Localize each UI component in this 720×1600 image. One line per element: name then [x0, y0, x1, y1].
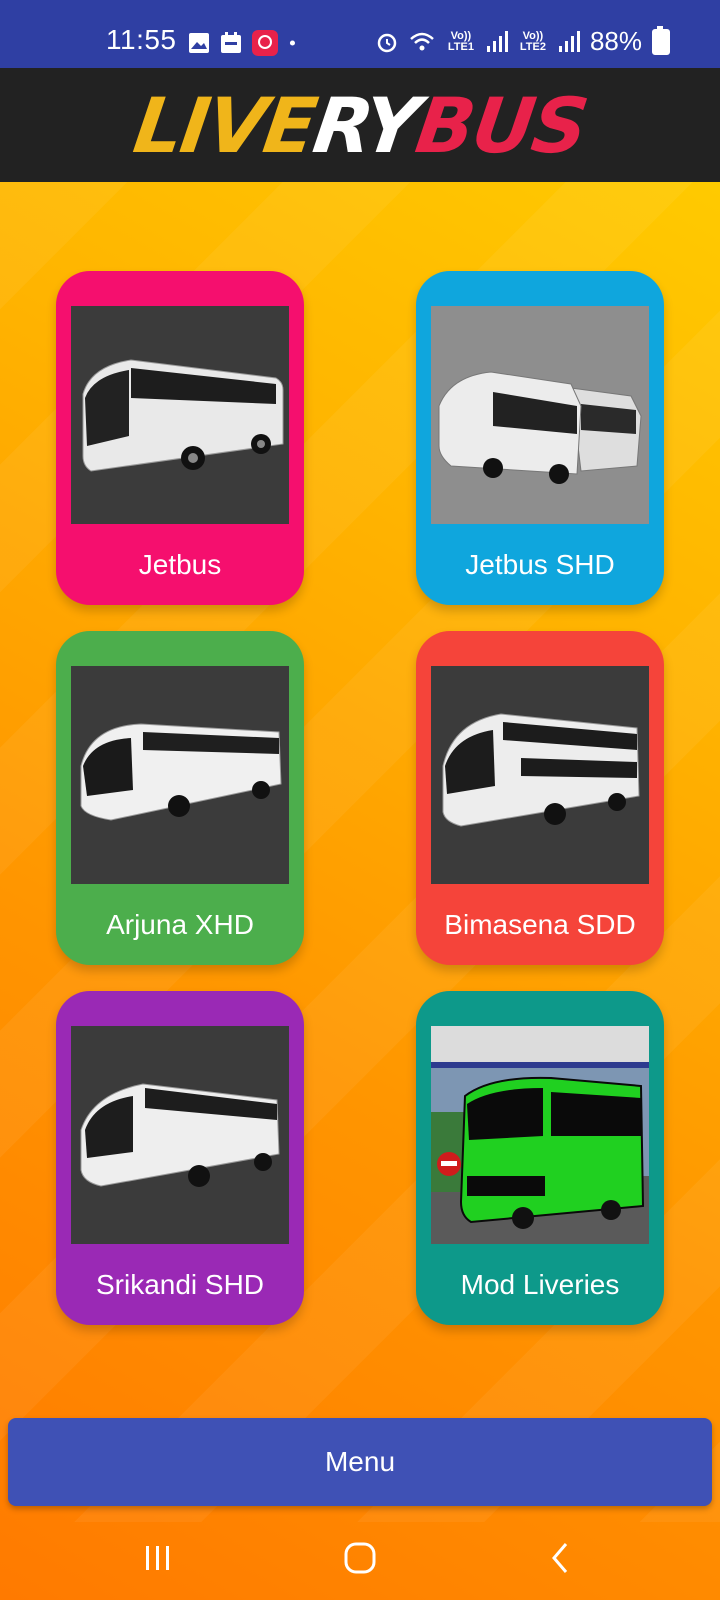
- card-label: Bimasena SDD: [444, 909, 636, 940]
- bus-thumbnail: [431, 1026, 649, 1244]
- app-icon: [252, 30, 278, 56]
- recent-apps-icon[interactable]: [138, 1538, 178, 1578]
- back-icon[interactable]: [542, 1538, 582, 1578]
- card-label: Jetbus: [138, 549, 222, 580]
- sim2-label: Vo)) LTE2: [519, 29, 546, 53]
- status-left-icons: [188, 30, 302, 56]
- card-arjuna-xhd[interactable]: Arjuna XHD: [56, 631, 304, 965]
- bus-thumbnail: [431, 666, 649, 884]
- card-jetbus-shd[interactable]: Jetbus SHD: [416, 271, 664, 605]
- dot-icon: [289, 40, 295, 46]
- menu-button-label: Menu: [324, 1446, 396, 1477]
- bus-image: [431, 666, 649, 884]
- signal-icon: [558, 30, 580, 52]
- bus-thumbnail: [431, 306, 649, 524]
- logo-part-live: LIVE: [128, 80, 321, 170]
- wifi-icon: [410, 32, 434, 50]
- bus-thumbnail: [71, 1026, 289, 1244]
- calendar-icon: [221, 32, 241, 53]
- bus-image: [431, 306, 649, 524]
- status-time: 11:55: [106, 24, 177, 55]
- alarm-icon: [377, 33, 397, 52]
- card-bimasena-sdd[interactable]: Bimasena SDD: [416, 631, 664, 965]
- menu-button[interactable]: Menu: [8, 1418, 712, 1506]
- bus-image: [71, 306, 289, 524]
- battery-percent: 88%: [589, 26, 642, 56]
- bus-thumbnail: [71, 666, 289, 884]
- gallery-icon: [189, 33, 209, 53]
- battery-icon: [652, 25, 670, 55]
- card-label: Jetbus SHD: [465, 549, 615, 580]
- status-bar: 11:55 Vo)) LTE1 Vo)) LTE2 88%: [0, 0, 720, 68]
- sim1-label: Vo)) LTE1: [447, 29, 474, 53]
- card-jetbus[interactable]: Jetbus: [56, 271, 304, 605]
- bus-image: [431, 1026, 649, 1244]
- logo-part-ry: RY: [307, 80, 424, 170]
- card-label: Arjuna XHD: [106, 909, 254, 940]
- status-right: Vo)) LTE1 Vo)) LTE2 88%: [376, 25, 670, 57]
- bus-image: [71, 666, 289, 884]
- bus-image: [71, 1026, 289, 1244]
- signal-icon: [486, 30, 508, 52]
- app-logo: LIVERYBUS: [129, 81, 592, 170]
- logo-part-bus: BUS: [410, 80, 592, 170]
- home-icon[interactable]: [340, 1538, 380, 1578]
- card-srikandi-shd[interactable]: Srikandi SHD: [56, 991, 304, 1325]
- card-label: Srikandi SHD: [95, 1269, 265, 1300]
- navigation-bar: [0, 1512, 720, 1600]
- app-header: LIVERYBUS: [0, 68, 720, 182]
- bus-thumbnail: [71, 306, 289, 524]
- card-label: Mod Liveries: [460, 1269, 620, 1300]
- card-mod-liveries[interactable]: Mod Liveries: [416, 991, 664, 1325]
